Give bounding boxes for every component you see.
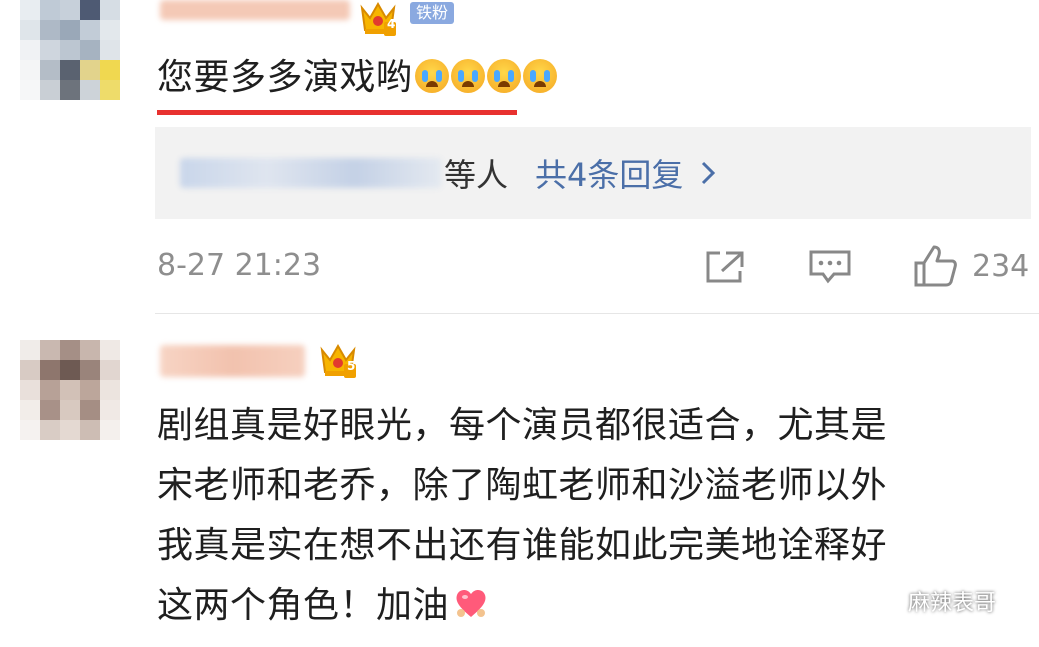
wechat-icon bbox=[861, 587, 898, 615]
comment-text: 您要多多演戏哟 bbox=[157, 48, 557, 108]
view-replies-label: 共4条回复 bbox=[535, 156, 684, 194]
crown-level: 5 bbox=[347, 359, 356, 373]
comment-text-content: 您要多多演戏哟 bbox=[157, 57, 413, 98]
crying-emoji-icon bbox=[414, 59, 449, 93]
comment-icon[interactable] bbox=[808, 249, 852, 285]
comment-text: 剧组真是好眼光，每个演员都很适合，尤其是 宋老师和老乔，除了陶虹老师和沙溢老师以… bbox=[157, 396, 887, 636]
view-replies-link[interactable]: 共4条回复 bbox=[535, 150, 721, 196]
crown-level: 4 bbox=[387, 17, 396, 31]
heart-emoji-icon bbox=[456, 589, 486, 617]
crying-emoji-icon bbox=[522, 59, 557, 93]
comment-line-last: 这两个角色！加油 bbox=[157, 576, 887, 636]
comment-line: 宋老师和老乔，除了陶虹老师和沙溢老师以外 bbox=[157, 465, 888, 506]
crying-emoji-icon bbox=[486, 59, 521, 93]
watermark: 麻辣表哥 bbox=[860, 585, 996, 617]
avatar[interactable] bbox=[20, 0, 120, 100]
watermark-text: 麻辣表哥 bbox=[908, 591, 997, 616]
divider bbox=[155, 313, 1039, 314]
red-underline bbox=[157, 110, 517, 115]
username-blurred[interactable] bbox=[160, 0, 350, 20]
comment-line: 我真是实在想不出还有谁能如此完美地诠释好 bbox=[157, 525, 888, 566]
crying-emoji-icon bbox=[450, 59, 485, 93]
chevron-right-icon bbox=[702, 161, 716, 185]
reply-usernames-blurred[interactable] bbox=[180, 158, 442, 188]
comment-line: 这两个角色！加油 bbox=[157, 585, 450, 626]
username-blurred[interactable] bbox=[160, 345, 305, 377]
like-count: 234 bbox=[972, 248, 1030, 284]
fan-badge: 铁粉 bbox=[410, 2, 455, 24]
like-button[interactable]: 234 bbox=[912, 243, 1029, 289]
avatar[interactable] bbox=[20, 340, 120, 440]
thumbs-up-icon bbox=[914, 245, 957, 287]
comment-timestamp: 8-27 21:23 bbox=[157, 248, 322, 283]
share-icon[interactable] bbox=[704, 249, 746, 285]
replies-suffix: 等人 bbox=[444, 156, 509, 194]
comment-line: 剧组真是好眼光，每个演员都很适合，尤其是 bbox=[157, 405, 888, 446]
